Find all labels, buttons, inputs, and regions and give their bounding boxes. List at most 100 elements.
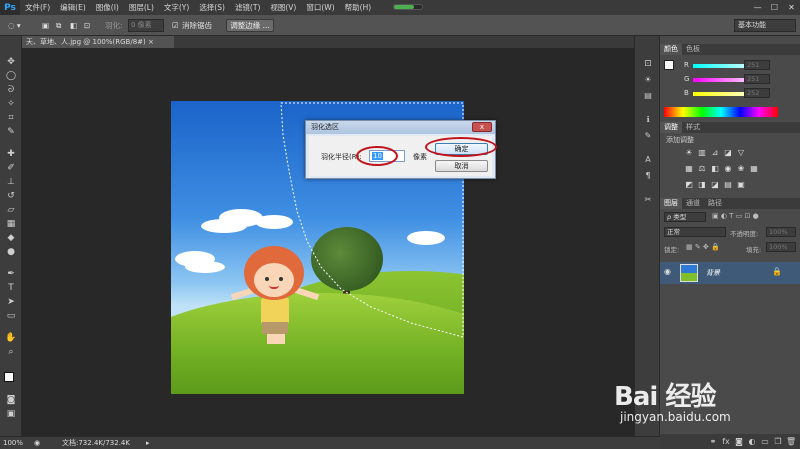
rectangle-tool-icon[interactable]: ▭ xyxy=(4,310,18,322)
quick-mask-icon[interactable]: ◙ xyxy=(4,394,18,406)
menu-image[interactable]: 图像(I) xyxy=(91,0,124,15)
eye-icon[interactable]: ◉ xyxy=(664,267,671,276)
g-value[interactable]: 251 xyxy=(744,74,770,84)
menu-filter[interactable]: 滤镜(T) xyxy=(230,0,265,15)
tab-styles[interactable]: 样式 xyxy=(682,122,704,133)
mask-icon[interactable]: ◙ xyxy=(734,437,744,446)
history-brush-icon[interactable]: ↺ xyxy=(4,190,18,202)
marquee-tool-icon[interactable]: ◯ xyxy=(4,70,18,82)
tab-swatches[interactable]: 色板 xyxy=(682,44,704,55)
lasso-tool-icon[interactable]: ᘐ xyxy=(4,84,18,96)
lock-icons[interactable]: ▦ ✎ ✥ 🔒 xyxy=(686,243,720,251)
type-tool-icon[interactable]: T xyxy=(4,282,18,294)
hue-icon[interactable]: ▦ xyxy=(684,164,694,173)
gradient-map-icon[interactable]: ▤ xyxy=(723,180,733,189)
selective-color-icon[interactable]: ▣ xyxy=(736,180,746,189)
character-panel-icon[interactable]: A xyxy=(640,154,656,166)
minimize-button[interactable]: — xyxy=(749,0,766,15)
layer-name[interactable]: 背景 xyxy=(706,268,720,278)
pen-tool-icon[interactable]: ✒ xyxy=(4,268,18,280)
brush-panel-icon[interactable]: ✎ xyxy=(640,130,656,142)
bw-icon[interactable]: ◧ xyxy=(710,164,720,173)
menu-type[interactable]: 文字(Y) xyxy=(159,0,194,15)
properties-panel-icon[interactable]: ▤ xyxy=(640,90,656,102)
workspace-select[interactable]: 基本功能 xyxy=(734,19,796,32)
new-layer-icon[interactable]: ❐ xyxy=(773,437,783,446)
gradient-icon[interactable]: ▦ xyxy=(4,218,18,230)
photo-filter-icon[interactable]: ◉ xyxy=(723,164,733,173)
tool-presets-icon[interactable]: ✂ xyxy=(640,194,656,206)
levels-icon[interactable]: ▥ xyxy=(697,148,707,157)
opacity-input[interactable]: 100% xyxy=(766,227,796,237)
maximize-button[interactable]: ☐ xyxy=(766,0,783,15)
screen-mode-icon[interactable]: ▣ xyxy=(4,408,18,420)
color-spectrum[interactable] xyxy=(664,107,778,117)
zoom-level[interactable]: 100% xyxy=(3,437,23,449)
healing-brush-icon[interactable]: ✚ xyxy=(4,148,18,160)
tab-close-icon[interactable]: × xyxy=(148,38,154,46)
feather-input[interactable]: 0 像素 xyxy=(128,19,164,32)
b-value[interactable]: 252 xyxy=(744,88,770,98)
document-tab[interactable]: 天、草地、人.jpg @ 100%(RGB/8#) × xyxy=(22,36,174,48)
menu-file[interactable]: 文件(F) xyxy=(20,0,55,15)
paragraph-panel-icon[interactable]: ¶ xyxy=(640,170,656,182)
cancel-button[interactable]: 取消 xyxy=(435,160,488,172)
intersect-selection-icon[interactable]: ⊡ xyxy=(84,19,90,32)
brightness-icon[interactable]: ☀ xyxy=(684,148,694,157)
history-panel-icon[interactable]: ⚀ xyxy=(640,58,656,70)
tab-paths[interactable]: 路径 xyxy=(704,198,726,209)
blur-tool-icon[interactable]: ◆ xyxy=(4,232,18,244)
tab-channels[interactable]: 通道 xyxy=(682,198,704,209)
hand-tool-icon[interactable]: ✋ xyxy=(4,332,18,344)
fill-input[interactable]: 100% xyxy=(766,242,796,252)
path-select-icon[interactable]: ➤ xyxy=(4,296,18,308)
layer-row-background[interactable]: ◉ 背景 🔒 xyxy=(660,262,800,284)
dodge-tool-icon[interactable]: ● xyxy=(4,246,18,258)
info-panel-icon[interactable]: ℹ xyxy=(640,114,656,126)
zoom-tool-icon[interactable]: ⌕ xyxy=(4,346,18,358)
menu-layer[interactable]: 图层(L) xyxy=(124,0,159,15)
menu-select[interactable]: 选择(S) xyxy=(194,0,230,15)
folder-icon[interactable]: ▭ xyxy=(760,437,770,446)
crop-tool-icon[interactable]: ⌗ xyxy=(4,112,18,124)
subtract-selection-icon[interactable]: ◧ xyxy=(70,19,77,32)
menu-help[interactable]: 帮助(H) xyxy=(340,0,377,15)
filter-icons[interactable]: ▣ ◐ T ▭ ⊡ ● xyxy=(712,212,759,220)
eyedropper-icon[interactable]: ✎ xyxy=(4,126,18,138)
mixer-icon[interactable]: ❀ xyxy=(736,164,746,173)
close-button[interactable]: ✕ xyxy=(783,0,800,15)
clone-stamp-icon[interactable]: ⊥ xyxy=(4,176,18,188)
lookup-icon[interactable]: ▦ xyxy=(749,164,759,173)
tab-layers[interactable]: 图层 xyxy=(660,198,682,209)
lasso-preset-icon[interactable]: ◌ ▾ xyxy=(8,19,21,32)
fx-icon[interactable]: fx xyxy=(721,437,731,446)
blend-mode-select[interactable]: 正常 xyxy=(664,227,726,237)
invert-icon[interactable]: ◩ xyxy=(684,180,694,189)
exposure-icon[interactable]: ◪ xyxy=(723,148,733,157)
brush-tool-icon[interactable]: ✐ xyxy=(4,162,18,174)
magic-wand-icon[interactable]: ✧ xyxy=(4,98,18,110)
link-icon[interactable]: ⚭ xyxy=(708,437,718,446)
dialog-close-button[interactable]: x xyxy=(472,122,492,132)
tab-color[interactable]: 颜色 xyxy=(660,44,682,55)
status-menu-arrow-icon[interactable]: ▸ xyxy=(146,437,150,449)
dialog-title[interactable]: 羽化选区 xyxy=(306,121,495,134)
vibrance-icon[interactable]: ▽ xyxy=(736,148,746,157)
tab-adjustments[interactable]: 调整 xyxy=(660,122,682,133)
threshold-icon[interactable]: ◪ xyxy=(710,180,720,189)
curves-icon[interactable]: ⊿ xyxy=(710,148,720,157)
adjustment-icon[interactable]: ◐ xyxy=(747,437,757,446)
eraser-icon[interactable]: ▱ xyxy=(4,204,18,216)
menu-view[interactable]: 视图(V) xyxy=(265,0,301,15)
balance-icon[interactable]: ⚖ xyxy=(697,164,707,173)
antialias-checkbox[interactable]: ☑ xyxy=(172,19,179,32)
new-selection-icon[interactable]: ▣ xyxy=(42,19,49,32)
move-tool-icon[interactable]: ✥ xyxy=(4,56,18,68)
foreground-color-swatch[interactable] xyxy=(4,372,14,382)
menu-window[interactable]: 窗口(W) xyxy=(301,0,339,15)
foreground-swatch[interactable] xyxy=(664,60,674,70)
menu-edit[interactable]: 编辑(E) xyxy=(55,0,91,15)
add-selection-icon[interactable]: ⧉ xyxy=(56,19,61,32)
actions-panel-icon[interactable]: ☀ xyxy=(640,74,656,86)
layer-filter-select[interactable]: ρ 类型 xyxy=(664,212,706,222)
